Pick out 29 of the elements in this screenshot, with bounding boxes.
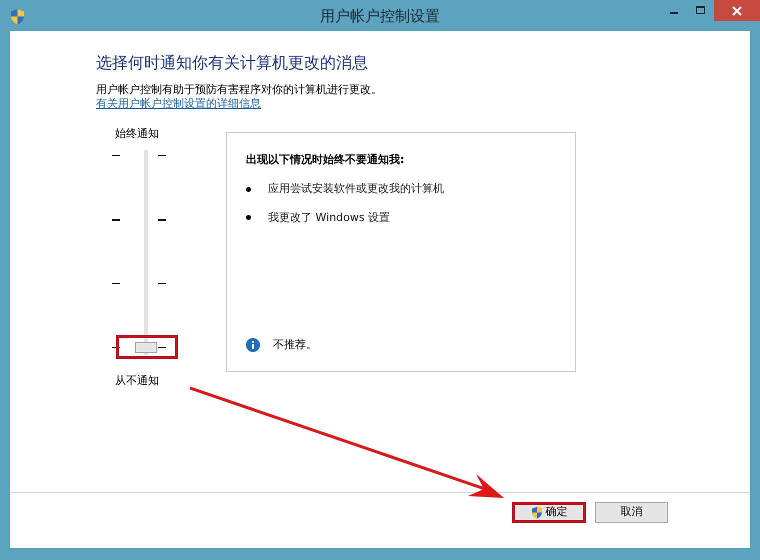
slider-tick [158,347,166,348]
window-title: 用户帐户控制设置 [320,6,440,27]
slider-tick [112,283,120,284]
bullet-icon [246,186,251,192]
slider-thumb[interactable] [135,342,157,353]
slider-tick [158,155,166,156]
highlight-box [116,335,178,359]
shield-icon [10,8,25,25]
slider-tick [158,283,166,284]
slider-tick [112,155,120,156]
slider-top-label: 始终通知 [114,126,160,142]
shield-icon [530,506,542,519]
ok-button[interactable]: 确定 [512,502,586,523]
close-icon [732,6,742,16]
slider-tick [112,347,120,348]
details-link[interactable]: 有关用户帐户控制设置的详细信息 [96,97,261,111]
bullet-icon [246,215,251,220]
slider-bottom-label: 从不通知 [114,373,160,389]
bullet-text: 我更改了 Windows 设置 [268,210,390,226]
note-text: 不推荐。 [273,336,317,352]
cancel-button[interactable]: 取消 [595,502,668,523]
info-icon [246,338,260,352]
slider-tick [112,219,120,221]
close-button[interactable] [714,0,760,21]
page-heading: 选择何时通知你有关计算机更改的消息 [96,52,369,74]
panel-title: 出现以下情况时始终不要通知我: [246,153,406,167]
bullet-text: 应用尝试安装软件或更改我的计算机 [268,181,444,197]
description-text: 用户帐户控制有助于预防有害程序对你的计算机进行更改。 [96,83,383,97]
slider-tick [158,219,166,221]
